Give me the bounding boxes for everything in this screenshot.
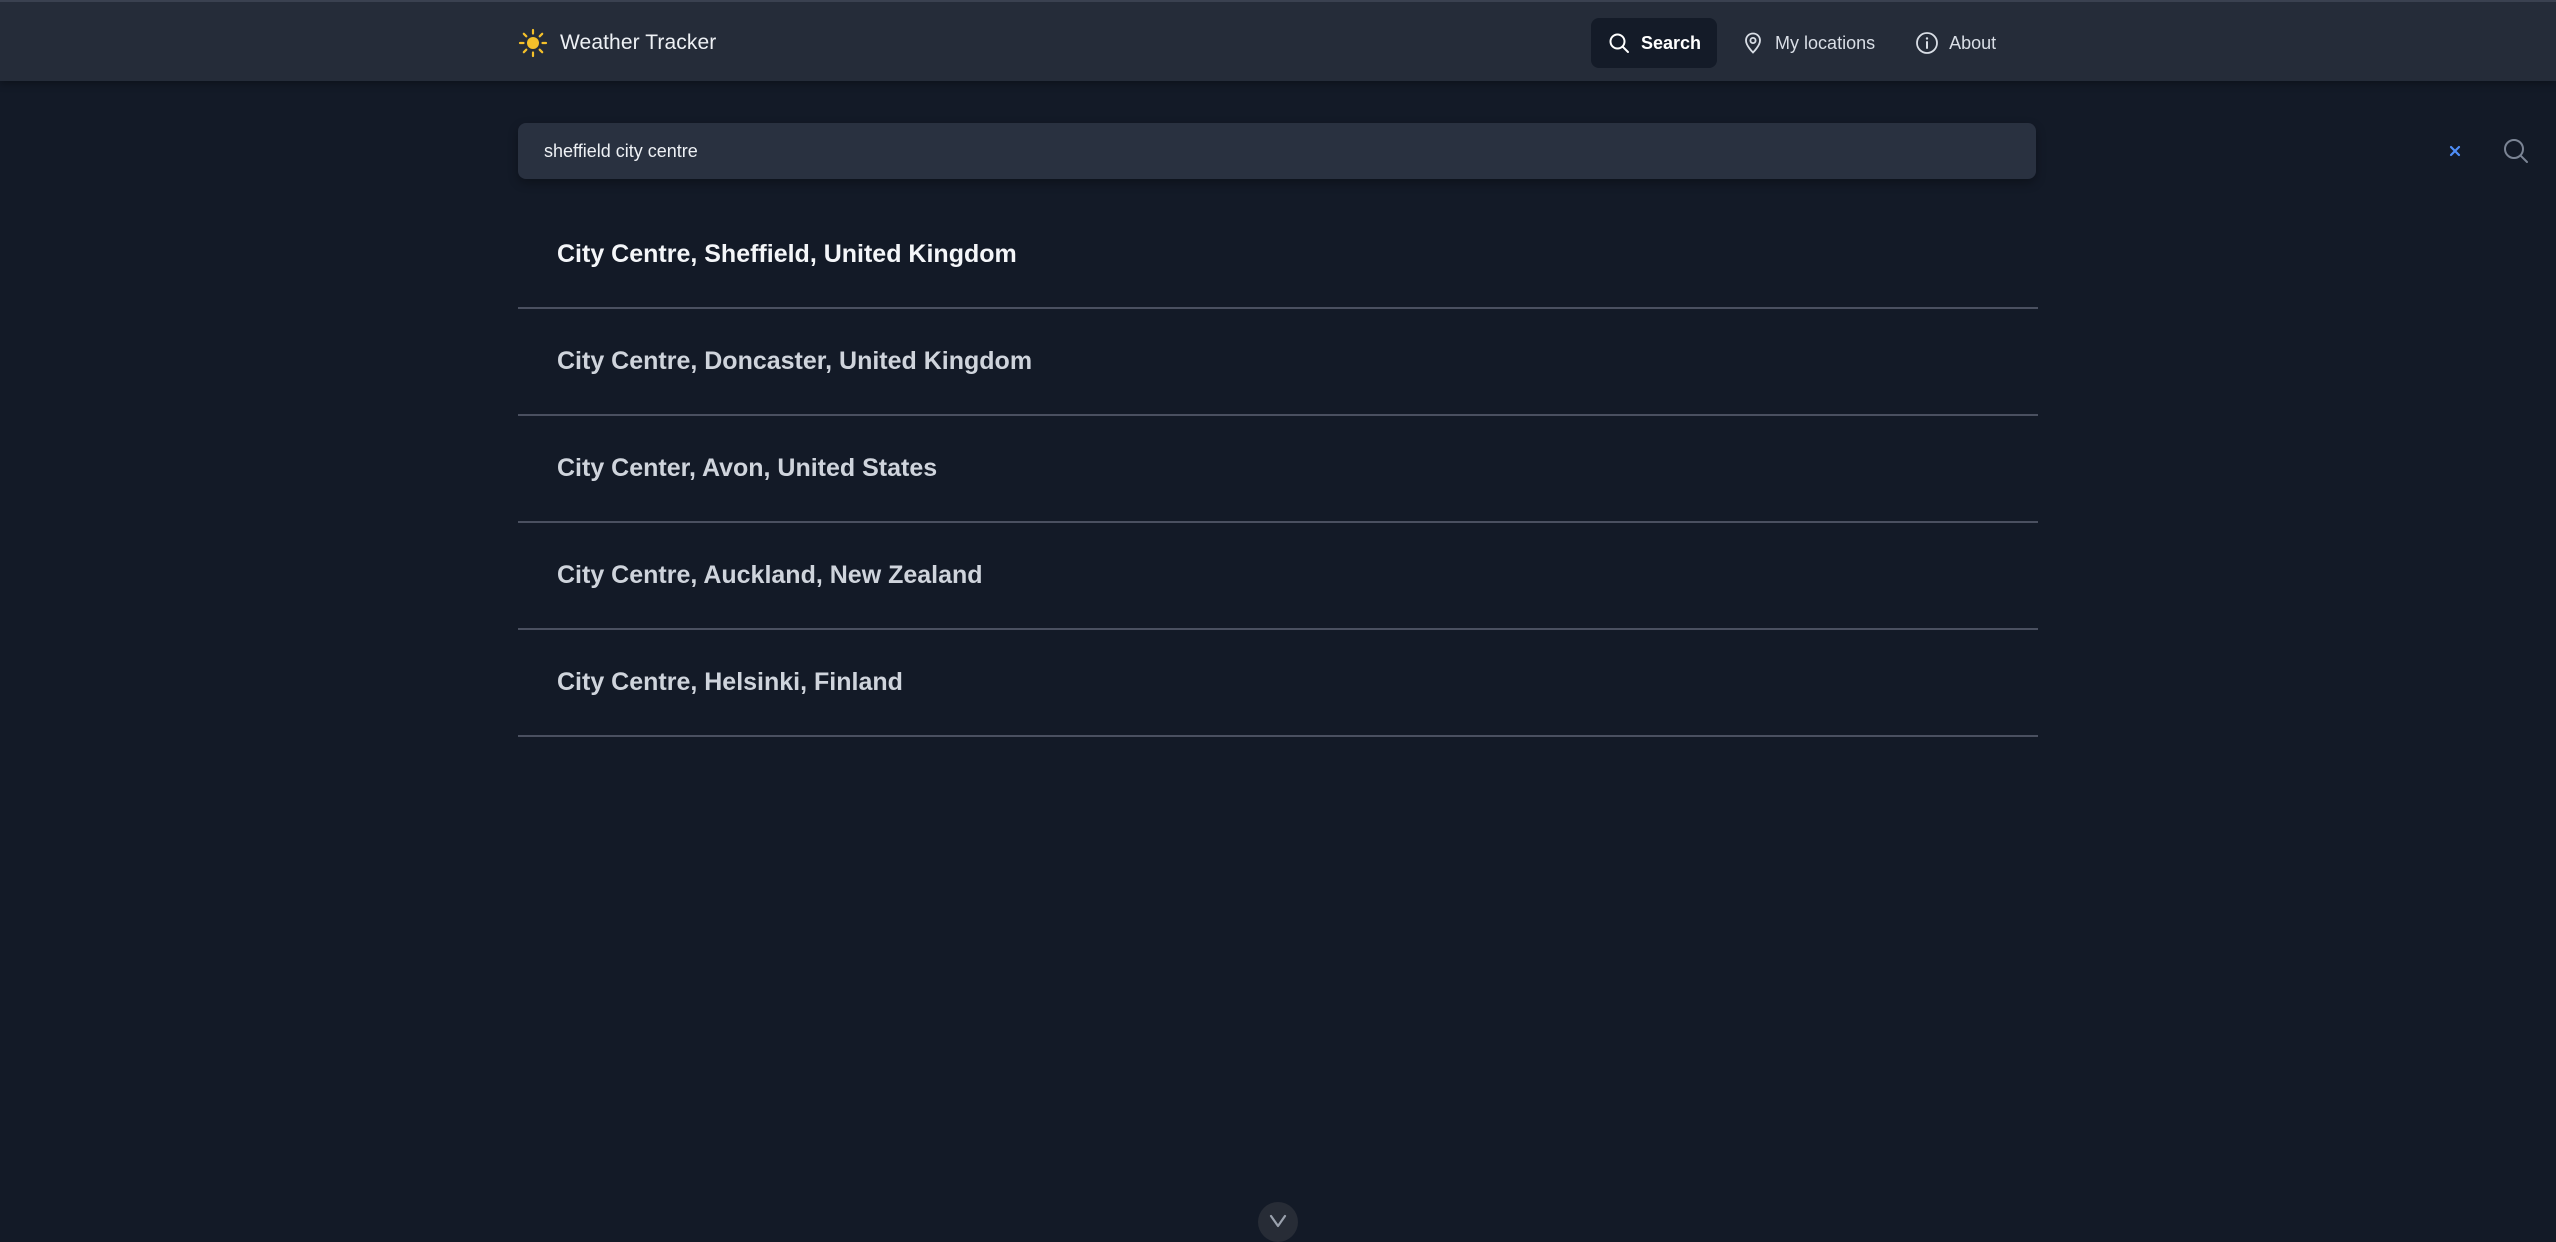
nav-about[interactable]: About: [1899, 18, 2012, 68]
result-item[interactable]: City Centre, Doncaster, United Kingdom: [518, 309, 2038, 416]
location-pin-icon: [1745, 32, 1761, 54]
result-label: City Centre, Sheffield, United Kingdom: [557, 240, 1017, 268]
result-item[interactable]: City Centre, Sheffield, United Kingdom: [518, 202, 2038, 309]
nav-my-locations[interactable]: My locations: [1725, 18, 1891, 68]
nav-search[interactable]: Search: [1591, 18, 1718, 68]
result-label: City Centre, Auckland, New Zealand: [557, 561, 983, 589]
search-icon: [1609, 33, 1629, 53]
result-label: City Centre, Doncaster, United Kingdom: [557, 347, 1033, 375]
result-item[interactable]: City Centre, Helsinki, Finland: [518, 630, 2038, 737]
sun-icon: [518, 28, 548, 58]
brand[interactable]: Weather Tracker: [518, 28, 716, 58]
close-icon[interactable]: [2443, 139, 2467, 163]
search-results-list: City Centre, Sheffield, United Kingdom C…: [518, 202, 2038, 737]
result-item[interactable]: City Center, Avon, United States: [518, 416, 2038, 523]
result-label: City Centre, Helsinki, Finland: [557, 668, 903, 696]
search-submit-icon[interactable]: [2500, 135, 2532, 167]
nav-about-label: About: [1949, 32, 1997, 53]
scroll-down-button[interactable]: [1258, 1202, 1298, 1242]
search-input[interactable]: [518, 123, 1918, 179]
info-icon: [1916, 32, 1938, 54]
chevron-down-icon: [1269, 1214, 1287, 1228]
result-item[interactable]: City Centre, Auckland, New Zealand: [518, 523, 2038, 630]
top-navigation-bar: Weather Tracker Search My locations Abou…: [0, 0, 2556, 81]
main-nav: Search My locations About: [1591, 18, 2012, 68]
nav-my-locations-label: My locations: [1775, 32, 1876, 53]
app-title: Weather Tracker: [560, 31, 717, 54]
result-label: City Center, Avon, United States: [557, 454, 938, 482]
nav-search-label: Search: [1641, 32, 1702, 53]
search-bar: [518, 123, 2528, 179]
